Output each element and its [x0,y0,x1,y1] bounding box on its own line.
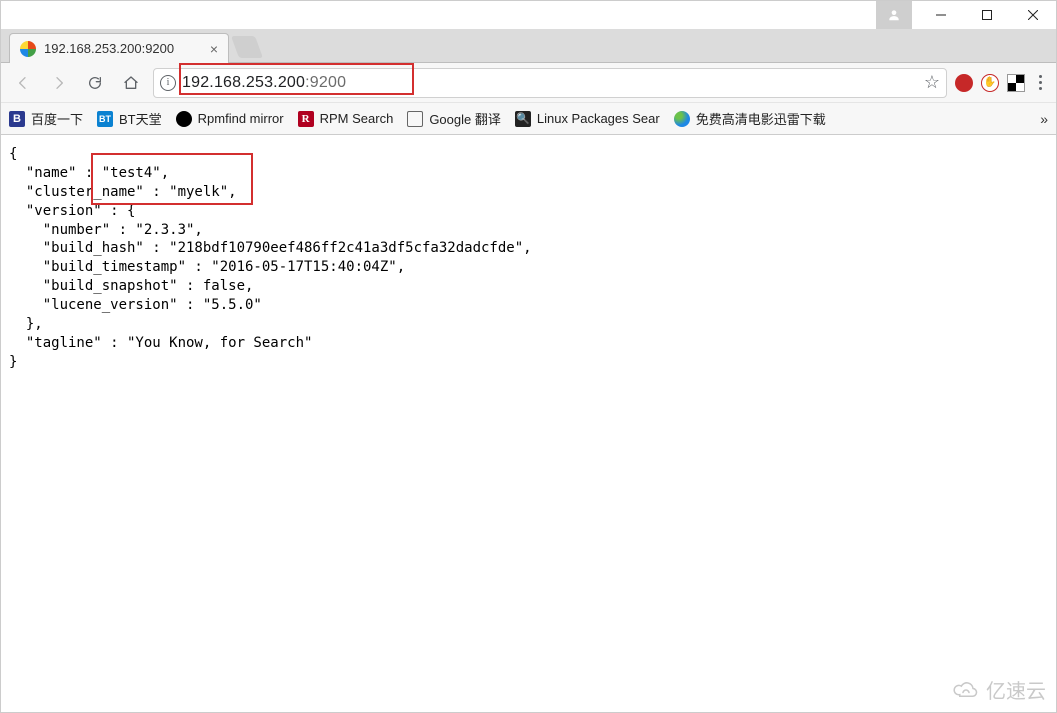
bookmark-label: Rpmfind mirror [198,111,284,126]
json-line: "build_timestamp" : "2016-05-17T15:40:04… [9,259,405,275]
arrow-right-icon [51,75,67,91]
tab-close-button[interactable]: × [210,41,218,57]
bookmark-label: BT天堂 [119,109,162,128]
favicon-icon [20,41,36,57]
user-profile-button[interactable] [876,1,912,29]
bt-icon: BT [97,111,113,127]
url-text: 192.168.253.200:9200 [182,74,346,92]
tux-icon [176,111,192,127]
bookmarks-bar: B百度一下 BTBT天堂 Rpmfind mirror RRPM Search … [1,103,1056,135]
minimize-icon [936,10,946,20]
back-button[interactable] [9,69,37,97]
bookmark-label: 百度一下 [31,109,83,128]
document-icon [407,111,423,127]
address-bar[interactable]: i 192.168.253.200:9200 ☆ [153,68,947,98]
tab-strip: 192.168.253.200:9200 × [1,29,1056,63]
window-minimize-button[interactable] [918,1,964,29]
json-line: "version" : { [9,203,135,219]
bookmark-google-translate[interactable]: Google 翻译 [407,109,501,128]
magnifier-icon: 🔍 [515,111,531,127]
close-icon [1028,10,1038,20]
bookmarks-overflow-button[interactable]: » [1034,111,1048,127]
watermark-text: 亿速云 [986,675,1046,704]
url-port: :9200 [305,74,346,91]
rpm-icon: R [298,111,314,127]
json-line: "tagline" : "You Know, for Search" [9,335,312,351]
reload-button[interactable] [81,69,109,97]
json-line: { [9,146,17,162]
bookmark-label: RPM Search [320,111,394,126]
page-content: { "name" : "test4", "cluster_name" : "my… [1,135,1056,382]
json-line: "cluster_name" : "myelk", [9,184,237,200]
person-icon [887,8,901,22]
bookmark-label: Google 翻译 [429,109,501,128]
json-line: }, [9,316,43,332]
home-icon [123,75,139,91]
home-button[interactable] [117,69,145,97]
json-line: "lucene_version" : "5.5.0" [9,297,262,313]
bookmark-label: 免费高清电影迅雷下载 [696,109,826,128]
extension-noscript-icon[interactable]: ✋ [981,74,999,92]
bookmark-star-button[interactable]: ☆ [924,72,940,93]
bookmark-rpmsearch[interactable]: R RPM Search [298,111,394,127]
bookmark-label: Linux Packages Sear [537,111,660,126]
window-maximize-button[interactable] [964,1,1010,29]
arrow-left-icon [15,75,31,91]
bookmark-movies[interactable]: 免费高清电影迅雷下载 [674,109,826,128]
json-line: } [9,354,17,370]
site-info-icon[interactable]: i [160,75,176,91]
paw-icon: B [9,111,25,127]
tab-title: 192.168.253.200:9200 [44,41,174,56]
extension-flag-icon[interactable] [1007,74,1025,92]
window-titlebar [1,1,1056,29]
browser-toolbar: i 192.168.253.200:9200 ☆ ✋ [1,63,1056,103]
new-tab-button[interactable] [231,36,263,58]
json-line: "build_hash" : "218bdf10790eef486ff2c41a… [9,240,532,256]
cloud-icon [952,680,980,700]
browser-menu-button[interactable] [1033,71,1048,94]
bookmark-baidu[interactable]: B 百度一下 [9,109,83,128]
json-line: "build_snapshot" : false, [9,278,253,294]
bookmark-linux-packages[interactable]: 🔍 Linux Packages Sear [515,111,660,127]
reload-icon [87,75,103,91]
bookmark-rpmfind[interactable]: Rpmfind mirror [176,111,284,127]
extension-icon-1[interactable] [955,74,973,92]
url-host: 192.168.253.200 [182,74,305,91]
window-close-button[interactable] [1010,1,1056,29]
bookmark-bt[interactable]: BT BT天堂 [97,109,162,128]
maximize-icon [982,10,992,20]
globe-icon [674,111,690,127]
json-line: "number" : "2.3.3", [9,222,203,238]
browser-tab[interactable]: 192.168.253.200:9200 × [9,33,229,63]
json-line: "name" : "test4", [9,165,169,181]
forward-button[interactable] [45,69,73,97]
watermark: 亿速云 [952,675,1046,704]
